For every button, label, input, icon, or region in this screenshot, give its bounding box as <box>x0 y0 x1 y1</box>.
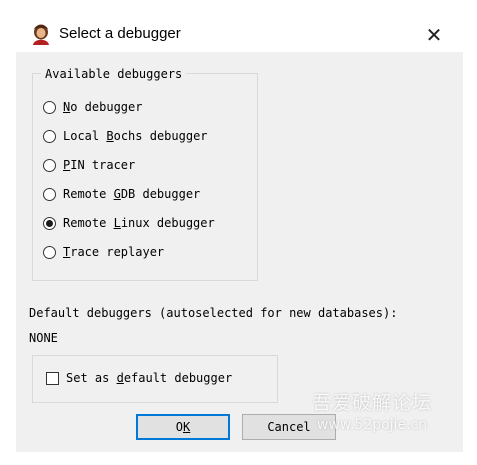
radio-trace-replayer[interactable]: Trace replayer <box>43 242 164 262</box>
checkbox-label: Set as default debugger <box>66 371 233 385</box>
radio-button[interactable] <box>43 129 56 143</box>
radio-dot <box>46 219 53 227</box>
radio-button[interactable] <box>43 100 56 114</box>
watermark-text: 吾爱破解论坛 <box>311 392 432 414</box>
close-button[interactable]: ✕ <box>419 20 449 50</box>
radio-button[interactable] <box>43 187 56 201</box>
dialog-body: Available debuggers No debugger Local Bo… <box>16 52 463 452</box>
window-title: Select a debugger <box>59 25 181 42</box>
option-label: Trace replayer <box>63 245 165 259</box>
watermark-url: www.52pojie.cn <box>316 417 428 433</box>
radio-pin-tracer[interactable]: PIN tracer <box>43 155 135 175</box>
default-debuggers-label: Default debuggers (autoselected for new … <box>29 306 398 320</box>
option-label: Local Bochs debugger <box>63 129 208 143</box>
radio-button[interactable] <box>43 245 56 259</box>
option-label: Remote GDB debugger <box>63 187 201 201</box>
ida-app-icon <box>33 24 49 45</box>
set-default-checkbox[interactable]: Set as default debugger <box>46 368 232 388</box>
watermark: 吾爱破解论坛 www.52pojie.cn <box>292 388 452 433</box>
close-icon: ✕ <box>425 23 443 47</box>
ok-button[interactable]: OK <box>136 414 230 440</box>
title-bar: Select a debugger ✕ <box>0 0 477 52</box>
radio-button[interactable] <box>43 158 56 172</box>
ok-label: OK <box>175 420 191 434</box>
option-label: PIN tracer <box>63 158 136 172</box>
radio-local-bochs-debugger[interactable]: Local Bochs debugger <box>43 126 208 146</box>
radio-no-debugger[interactable]: No debugger <box>43 97 142 117</box>
radio-remote-gdb-debugger[interactable]: Remote GDB debugger <box>43 184 200 204</box>
groupbox-label: Available debuggers <box>41 67 187 81</box>
checkbox[interactable] <box>46 371 59 385</box>
default-debuggers-value: NONE <box>29 331 58 345</box>
radio-remote-linux-debugger[interactable]: Remote Linux debugger <box>43 213 215 233</box>
option-label: No debugger <box>63 100 143 114</box>
radio-button-selected[interactable] <box>43 216 56 230</box>
option-label: Remote Linux debugger <box>63 216 215 230</box>
